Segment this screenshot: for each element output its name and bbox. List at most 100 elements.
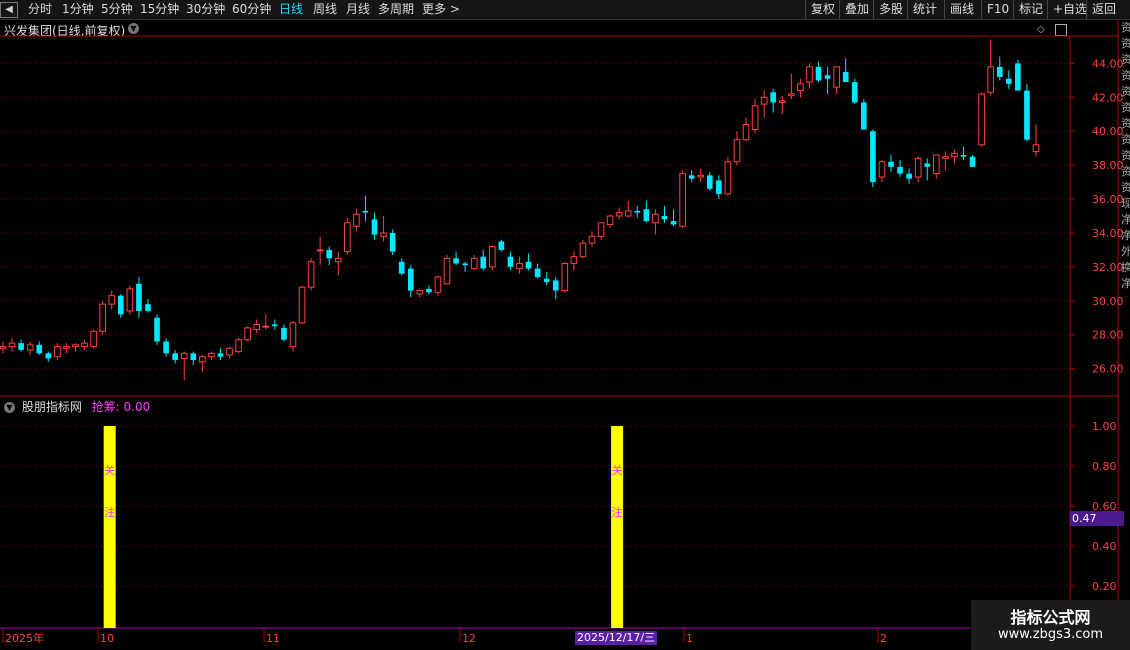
- candle-body-up: [470, 257, 478, 270]
- signal-bar: [611, 426, 624, 628]
- candle-body-down: [897, 166, 903, 174]
- candle-body-up: [180, 352, 188, 359]
- date-label: 12: [462, 632, 476, 645]
- candle-body-down: [688, 175, 695, 179]
- candle-body-up: [63, 346, 70, 349]
- candle-body-up: [606, 215, 614, 225]
- candle-body-down: [145, 304, 151, 311]
- indicator-name[interactable]: 股朋指标网: [22, 400, 82, 414]
- watermark-line1: 指标公式网: [1010, 608, 1091, 627]
- candle-body-up: [334, 257, 342, 263]
- candle-body-up: [697, 174, 705, 178]
- right-info-char: 换: [1121, 261, 1130, 274]
- candle-body-up: [126, 288, 134, 312]
- candle-body-down: [507, 256, 514, 267]
- candle-body-down: [670, 221, 677, 225]
- candle-body-up: [579, 242, 587, 258]
- candle-body-up: [942, 156, 949, 159]
- indicator-value: 0.00: [123, 400, 151, 414]
- candle-body-down: [960, 154, 967, 157]
- candle-body-up: [597, 222, 605, 237]
- candle-body-down: [163, 341, 169, 354]
- right-info-char: 资: [1121, 149, 1130, 162]
- candle-body-down: [552, 280, 559, 291]
- right-info-char: 资: [1121, 181, 1130, 194]
- price-tick-label: 32.00: [1092, 261, 1124, 274]
- candlestick-chart[interactable]: 26.00 28.00 30.00 32.00 34.00 36.00 38.00 40.00…: [0, 0, 1130, 650]
- right-info-column: 资资资资资资资资资资资现净净外换净: [1121, 20, 1130, 292]
- price-tick-label: 38.00: [1092, 159, 1124, 172]
- candle-body-down: [716, 180, 722, 194]
- candle-body-down: [525, 261, 532, 269]
- candle-body-up: [978, 93, 985, 146]
- candle-body-down: [281, 327, 287, 340]
- watermark-line2: www.zbgs3.com: [997, 627, 1104, 642]
- candle-body-down: [861, 102, 867, 130]
- price-tick-label: 44.00: [1092, 57, 1124, 70]
- candle-body-up: [588, 235, 596, 244]
- indicator-tick-label: 0.40: [1092, 540, 1117, 553]
- candle-body-up: [199, 356, 206, 363]
- candle-body-down: [543, 278, 550, 283]
- right-info-char: 现: [1121, 197, 1130, 210]
- signal-bar: [103, 426, 116, 628]
- candle-body-down: [770, 92, 777, 103]
- candle-body-up: [1032, 144, 1040, 153]
- candle-body-up: [298, 286, 306, 324]
- candle-body-up: [8, 342, 16, 348]
- watermark: 指标公式网 www.zbgs3.com: [971, 600, 1130, 650]
- candle-body-up: [833, 66, 840, 88]
- candle-body-up: [434, 276, 442, 293]
- candle-body-up: [615, 212, 623, 217]
- candle-body-up: [353, 213, 360, 227]
- candle-body-down: [1024, 90, 1030, 140]
- candle-body-up: [724, 161, 732, 195]
- candle-body-down: [851, 82, 858, 103]
- candle-body-up: [99, 303, 106, 332]
- candle-body-up: [90, 330, 97, 348]
- candle-body-down: [371, 219, 378, 235]
- candle-body-down: [389, 232, 396, 252]
- candle-body-down: [217, 353, 224, 357]
- candle-body-up: [778, 100, 786, 103]
- signal-mark: 关: [612, 463, 623, 477]
- date-label: 2: [880, 632, 887, 645]
- candle-body-up: [416, 290, 424, 295]
- candle-body-up: [933, 154, 940, 175]
- date-label: 1: [686, 632, 693, 645]
- candle-body-down: [326, 249, 333, 259]
- right-info-char: 资: [1121, 101, 1130, 114]
- price-tick-label: 34.00: [1092, 227, 1124, 240]
- candle-body-down: [172, 353, 178, 361]
- price-tick-label: 42.00: [1092, 91, 1124, 104]
- right-info-char: 净: [1121, 229, 1130, 242]
- candle-body-down: [453, 258, 459, 264]
- right-info-char: 资: [1121, 165, 1130, 178]
- candle-body-up: [26, 344, 34, 351]
- price-tick-label: 30.00: [1092, 295, 1124, 308]
- candle-body-up: [208, 352, 215, 358]
- indicator-tick-label: 1.00: [1092, 420, 1117, 433]
- candle-body-up: [54, 346, 61, 358]
- candle-body-up: [570, 256, 578, 264]
- candle-body-down: [842, 71, 849, 83]
- signal-mark: 注: [104, 505, 115, 519]
- right-info-char: 资: [1121, 69, 1130, 82]
- candle-body-down: [969, 156, 976, 167]
- indicator-dropdown-icon[interactable]: ▼: [4, 402, 15, 413]
- candle-body-up: [81, 342, 88, 348]
- candle-body-up: [561, 262, 569, 292]
- candle-body-up: [316, 249, 324, 252]
- candle-body-down: [534, 268, 541, 278]
- candle-body-down: [154, 317, 160, 342]
- candle-body-up: [289, 322, 297, 348]
- candle-body-down: [824, 75, 831, 79]
- candle-body-down: [272, 324, 278, 327]
- candle-body-up: [262, 325, 270, 328]
- right-info-char: 资: [1121, 117, 1130, 130]
- price-tick-label: 26.00: [1092, 363, 1124, 376]
- candle-body-up: [307, 261, 315, 288]
- candle-body-down: [706, 175, 713, 189]
- candle-body-up: [72, 344, 79, 348]
- candle-body-up: [516, 262, 523, 270]
